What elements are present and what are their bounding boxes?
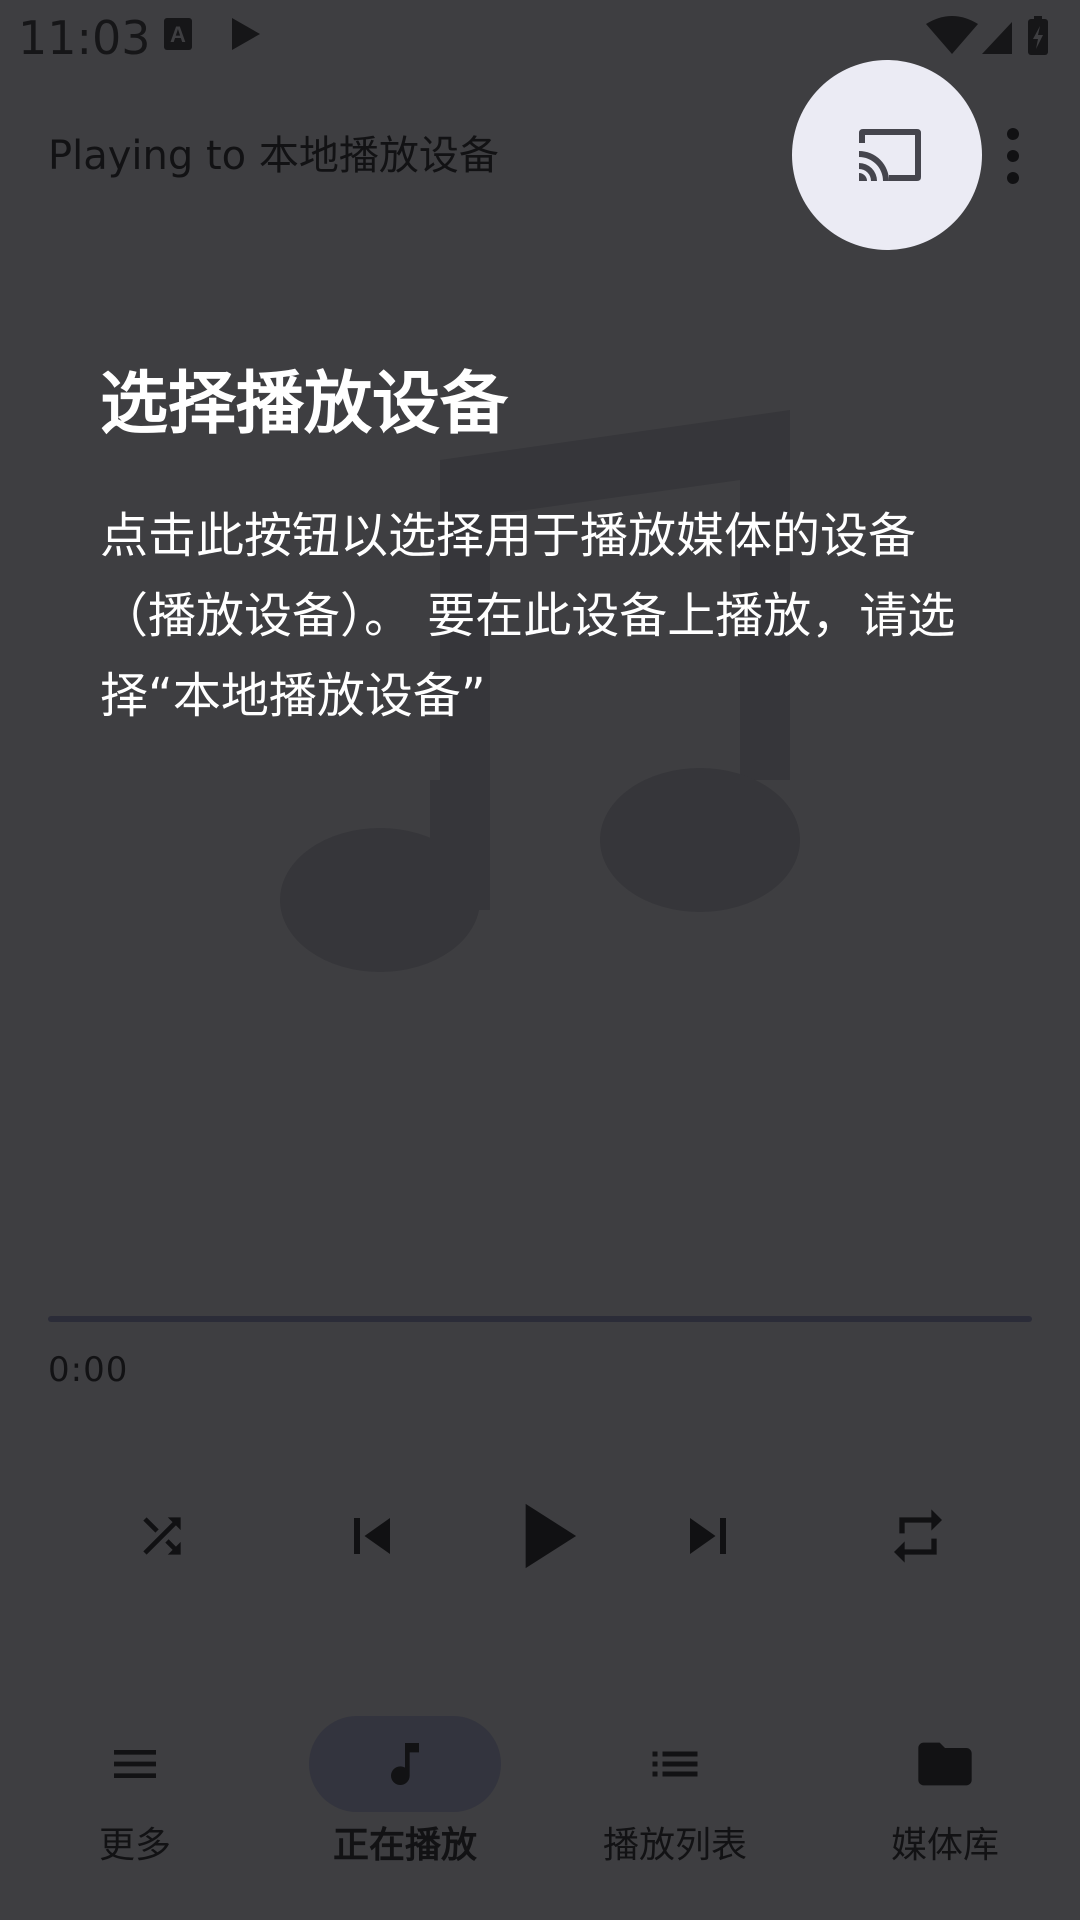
repeat-icon [894, 1509, 942, 1563]
signal-icon [982, 22, 1012, 54]
nav-item-label: 媒体库 [890, 1825, 999, 1866]
folder-icon [918, 1742, 972, 1786]
nav-item-now-playing[interactable]: 正在播放 [270, 1716, 540, 1876]
battery-charging-icon [1028, 16, 1048, 55]
menu-icon [114, 1750, 156, 1778]
hint-title: 选择播放设备 [100, 365, 509, 444]
previous-button[interactable] [332, 1496, 412, 1576]
shuffle-icon [143, 1517, 181, 1555]
shuffle-button[interactable] [122, 1496, 202, 1576]
wifi-icon [926, 16, 978, 54]
skip-next-icon [690, 1518, 726, 1554]
play-icon [525, 1503, 577, 1569]
nav-item-label: 播放列表 [602, 1825, 747, 1866]
cast-button[interactable] [792, 60, 982, 250]
repeat-button[interactable] [878, 1496, 958, 1576]
keyboard-a-icon: A [164, 18, 192, 50]
nav-item-label: 更多 [98, 1825, 171, 1866]
more-options-button[interactable] [995, 128, 1031, 184]
nav-item-library[interactable]: 媒体库 [810, 1716, 1080, 1876]
svg-text:A: A [170, 22, 186, 47]
play-notification-icon [232, 18, 260, 50]
list-icon [652, 1751, 698, 1777]
playback-progress-bar[interactable] [48, 1316, 1032, 1322]
nav-pill [579, 1716, 771, 1812]
skip-previous-icon [354, 1518, 390, 1554]
status-icons-right [922, 14, 1062, 62]
next-button[interactable] [668, 1496, 748, 1576]
now-playing-device-title: Playing to 本地播放设备 [48, 133, 499, 179]
music-note-icon [391, 1743, 419, 1785]
nav-pill [849, 1716, 1041, 1812]
hint-description: 点击此按钮以选择用于播放媒体的设备（播放设备）。 要在此设备上播放，请选择“本地… [100, 508, 956, 724]
nav-item-more[interactable]: 更多 [0, 1716, 270, 1876]
nav-item-label: 正在播放 [332, 1825, 477, 1866]
play-button[interactable] [488, 1480, 600, 1592]
status-time: 11:03 [18, 11, 151, 65]
more-vert-icon [1007, 128, 1019, 140]
nav-item-playlist[interactable]: 播放列表 [540, 1716, 810, 1876]
status-icons-left: A [160, 14, 270, 62]
elapsed-time: 0:00 [48, 1350, 129, 1390]
cast-icon [859, 129, 921, 181]
nav-pill-active [309, 1716, 501, 1812]
nav-pill [39, 1716, 231, 1812]
